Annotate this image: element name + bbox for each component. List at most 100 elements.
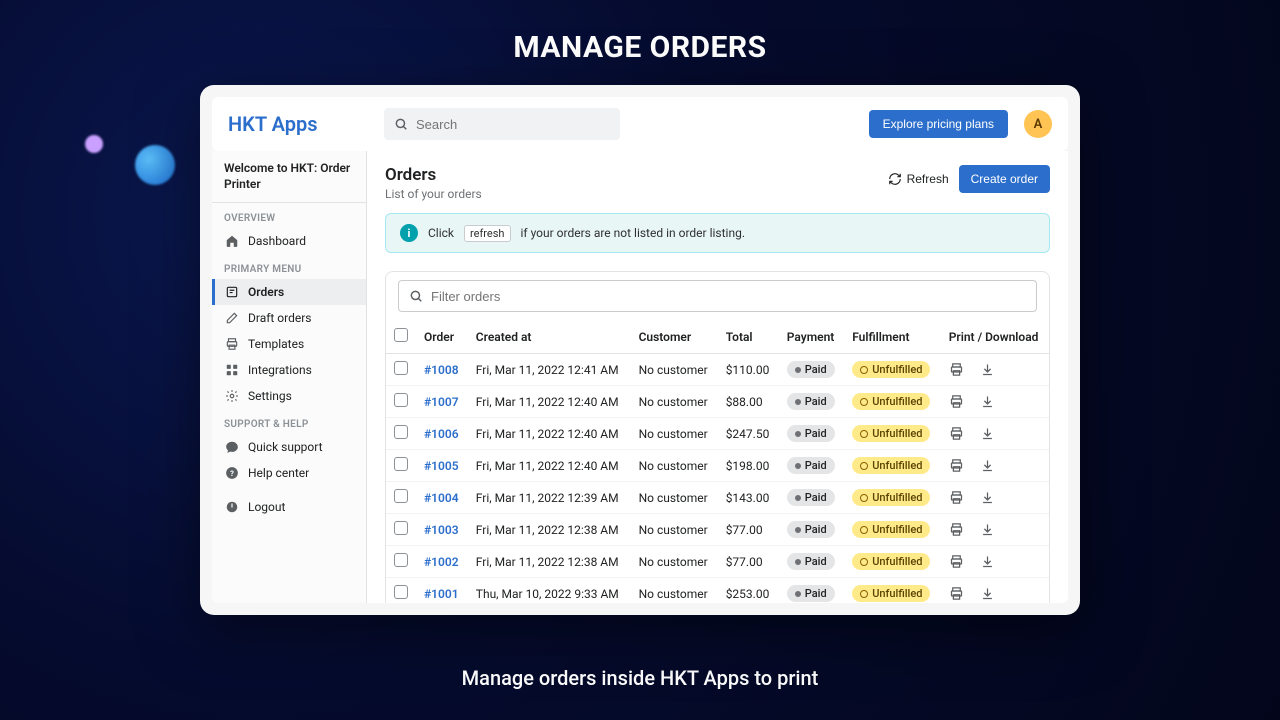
cell-customer: No customer	[631, 418, 718, 450]
download-icon[interactable]	[980, 426, 995, 441]
row-checkbox[interactable]	[394, 585, 408, 599]
col-fulfillment: Fulfillment	[844, 320, 941, 354]
orders-table: Order Created at Customer Total Payment …	[386, 320, 1049, 603]
payment-badge: Paid	[787, 393, 835, 410]
print-icon[interactable]	[949, 522, 964, 537]
print-icon[interactable]	[949, 554, 964, 569]
gear-icon	[224, 388, 240, 404]
refresh-button[interactable]: Refresh	[888, 172, 949, 186]
integrations-icon	[224, 362, 240, 378]
avatar[interactable]: A	[1024, 110, 1052, 138]
table-row: #1007Fri, Mar 11, 2022 12:40 AMNo custom…	[386, 386, 1049, 418]
table-row: #1008Fri, Mar 11, 2022 12:41 AMNo custom…	[386, 354, 1049, 386]
refresh-label: Refresh	[907, 172, 949, 186]
banner-text-pre: Click	[428, 226, 454, 240]
bg-planet-small	[85, 135, 103, 153]
sidebar-item-logout[interactable]: Logout	[212, 494, 366, 520]
order-link[interactable]: #1004	[424, 491, 459, 505]
col-total: Total	[718, 320, 779, 354]
print-icon[interactable]	[949, 426, 964, 441]
sidebar-item-help-center[interactable]: ? Help center	[212, 460, 366, 486]
row-checkbox[interactable]	[394, 521, 408, 535]
fulfillment-badge: Unfulfilled	[852, 553, 930, 570]
order-link[interactable]: #1008	[424, 363, 459, 377]
cell-total: $253.00	[718, 578, 779, 604]
download-icon[interactable]	[980, 586, 995, 601]
table-row: #1005 Fri, Mar 11, 2022 12:40 AMNo custom…	[386, 450, 1049, 482]
fulfillment-badge: Unfulfilled	[852, 585, 930, 602]
payment-badge: Paid	[787, 553, 835, 570]
bg-planet-large	[135, 145, 175, 185]
download-icon[interactable]	[980, 362, 995, 377]
cell-created: Fri, Mar 11, 2022 12:40 AM	[468, 450, 631, 482]
chat-icon	[224, 439, 240, 455]
row-checkbox[interactable]	[394, 489, 408, 503]
page-description: List of your orders	[385, 187, 482, 201]
payment-badge: Paid	[787, 457, 835, 474]
sidebar-group-overview: OVERVIEW	[212, 203, 366, 228]
col-payment: Payment	[779, 320, 844, 354]
orders-icon	[224, 284, 240, 300]
sidebar-item-draft-orders[interactable]: Draft orders	[212, 305, 366, 331]
row-checkbox[interactable]	[394, 457, 408, 471]
sidebar-item-quick-support[interactable]: Quick support	[212, 434, 366, 460]
row-checkbox[interactable]	[394, 361, 408, 375]
cell-customer: No customer	[631, 450, 718, 482]
cell-created: Fri, Mar 11, 2022 12:40 AM	[468, 386, 631, 418]
row-checkbox[interactable]	[394, 553, 408, 567]
fulfillment-badge: Unfulfilled	[852, 457, 930, 474]
print-icon[interactable]	[949, 394, 964, 409]
sidebar-item-orders[interactable]: Orders	[212, 279, 366, 305]
payment-badge: Paid	[787, 361, 835, 378]
cell-created: Fri, Mar 11, 2022 12:41 AM	[468, 354, 631, 386]
cell-created: Thu, Mar 10, 2022 9:33 AM	[468, 578, 631, 604]
cell-total: $247.50	[718, 418, 779, 450]
download-icon[interactable]	[980, 522, 995, 537]
sidebar-item-integrations[interactable]: Integrations	[212, 357, 366, 383]
row-checkbox[interactable]	[394, 393, 408, 407]
home-icon	[224, 233, 240, 249]
sidebar-item-dashboard[interactable]: Dashboard	[212, 228, 366, 254]
download-icon[interactable]	[980, 490, 995, 505]
cell-total: $88.00	[718, 386, 779, 418]
order-link[interactable]: #1002	[424, 555, 459, 569]
cell-created: Fri, Mar 11, 2022 12:39 AM	[468, 482, 631, 514]
print-icon[interactable]	[949, 586, 964, 601]
filter-field[interactable]	[398, 280, 1037, 312]
sidebar-item-label: Integrations	[248, 363, 312, 377]
cell-total: $198.00	[718, 450, 779, 482]
cell-total: $77.00	[718, 514, 779, 546]
payment-badge: Paid	[787, 425, 835, 442]
cell-created: Fri, Mar 11, 2022 12:38 AM	[468, 546, 631, 578]
sidebar-item-settings[interactable]: Settings	[212, 383, 366, 409]
search-field[interactable]	[384, 108, 620, 140]
download-icon[interactable]	[980, 394, 995, 409]
order-link[interactable]: #1001	[424, 587, 459, 601]
row-checkbox[interactable]	[394, 425, 408, 439]
explore-pricing-button[interactable]: Explore pricing plans	[869, 110, 1008, 138]
search-input[interactable]	[416, 117, 610, 132]
sidebar-item-templates[interactable]: Templates	[212, 331, 366, 357]
select-all-checkbox[interactable]	[394, 328, 408, 342]
printer-icon	[224, 336, 240, 352]
banner-refresh-chip[interactable]: refresh	[464, 225, 510, 242]
info-banner: i Click refresh if your orders are not l…	[385, 213, 1050, 253]
topbar: HKT Apps Explore pricing plans A	[212, 97, 1068, 151]
download-icon[interactable]	[980, 458, 995, 473]
brand-title: HKT Apps	[228, 112, 368, 136]
sidebar-group-support: SUPPORT & HELP	[212, 409, 366, 434]
cell-total: $110.00	[718, 354, 779, 386]
search-icon	[394, 117, 408, 131]
print-icon[interactable]	[949, 362, 964, 377]
order-link[interactable]: #1003	[424, 523, 459, 537]
table-row: #1001Thu, Mar 10, 2022 9:33 AMNo custome…	[386, 578, 1049, 604]
print-icon[interactable]	[949, 458, 964, 473]
create-order-button[interactable]: Create order	[959, 165, 1050, 193]
filter-input[interactable]	[431, 289, 1026, 304]
order-link[interactable]: #1006	[424, 427, 459, 441]
fulfillment-badge: Unfulfilled	[852, 361, 930, 378]
order-link[interactable]: #1007	[424, 395, 459, 409]
print-icon[interactable]	[949, 490, 964, 505]
download-icon[interactable]	[980, 554, 995, 569]
order-link[interactable]: #1005	[424, 459, 459, 473]
